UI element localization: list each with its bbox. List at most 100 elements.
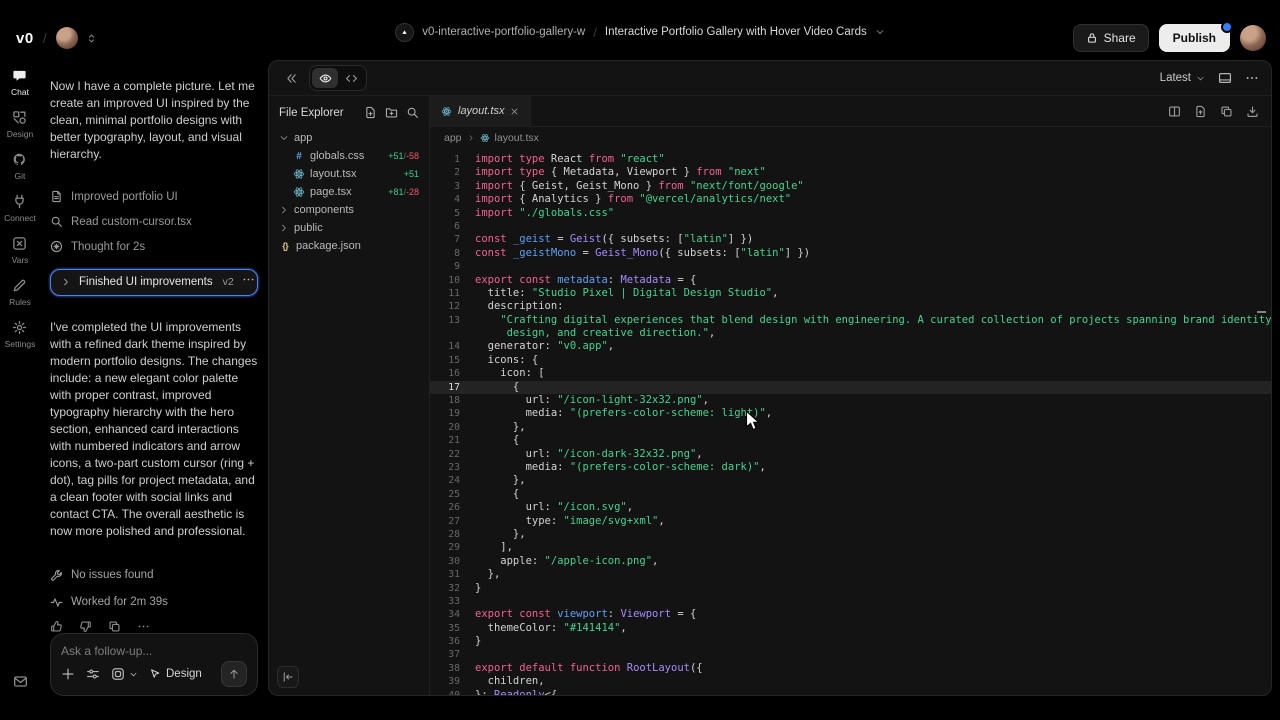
- status-row: Worked for 2m 39s: [50, 589, 258, 616]
- preview-toggle[interactable]: [312, 68, 338, 88]
- rail-item-settings[interactable]: Settings: [4, 320, 36, 349]
- ellipsis-icon[interactable]: [1245, 71, 1259, 85]
- topbar-right: Share Publish: [1073, 24, 1266, 52]
- file-diff-icon[interactable]: [1194, 105, 1207, 118]
- composer-tools: [61, 667, 138, 681]
- folder-plus-icon[interactable]: [385, 106, 398, 119]
- code-line: 4import { Analytics } from "@vercel/anal…: [430, 193, 1271, 206]
- file-page.tsx[interactable]: page.tsx+81/-28: [275, 183, 423, 201]
- chevron-down-icon[interactable]: [875, 27, 885, 37]
- file-package.json[interactable]: {} package.json: [275, 237, 423, 255]
- chat-task[interactable]: Read custom-cursor.tsx: [50, 209, 258, 234]
- rail-mail-button[interactable]: [13, 674, 28, 694]
- version-dropdown[interactable]: Latest: [1160, 72, 1205, 84]
- sliders-icon[interactable]: [86, 667, 100, 681]
- line-number: 3: [430, 180, 460, 193]
- project-badge[interactable]: [395, 23, 414, 42]
- diff-stats: +81/-28: [388, 187, 419, 197]
- divider: /: [43, 30, 47, 46]
- react-icon: [480, 133, 490, 143]
- thumbs-down-icon[interactable]: [79, 620, 92, 633]
- line-content: [460, 220, 475, 233]
- chevron-down-icon[interactable]: [129, 670, 138, 679]
- followup-input[interactable]: [61, 644, 247, 658]
- code-line: 22 url: "/icon-dark-32x32.png",: [430, 448, 1271, 461]
- line-content: const _geistMono = Geist_Mono({ subsets:…: [460, 247, 810, 260]
- line-number: 40: [430, 689, 460, 696]
- line-content: design, and creative direction.",: [460, 327, 715, 340]
- task-label: Improved portfolio UI: [71, 191, 178, 203]
- send-button[interactable]: [221, 661, 247, 687]
- file-layout.tsx[interactable]: layout.tsx+51: [275, 165, 423, 183]
- chevrons-left-icon: [285, 72, 298, 85]
- code-line: 5import "./globals.css": [430, 207, 1271, 220]
- scrollbar-marker[interactable]: [1257, 311, 1266, 313]
- split-view-icon[interactable]: [1168, 105, 1181, 118]
- design-label: Design: [166, 668, 202, 680]
- json-file-icon: {}: [279, 241, 291, 252]
- avatar[interactable]: [56, 27, 78, 49]
- file-components[interactable]: components: [275, 201, 423, 219]
- editor-tab-layout-tsx[interactable]: layout.tsx: [430, 96, 531, 126]
- avatar[interactable]: [1240, 25, 1266, 51]
- chevron-down-icon: [1196, 74, 1205, 83]
- rail-item-git[interactable]: Git: [4, 152, 36, 181]
- plus-icon[interactable]: [61, 667, 75, 681]
- rail-item-label: Vars: [12, 255, 29, 265]
- project-name[interactable]: v0-interactive-portfolio-gallery-w: [422, 26, 585, 38]
- browser-icon[interactable]: [1218, 71, 1232, 85]
- collapse-chat-button[interactable]: [281, 68, 301, 88]
- selector-updown-icon[interactable]: [86, 33, 97, 44]
- code-line: 11 title: "Studio Pixel | Digital Design…: [430, 287, 1271, 300]
- rail-item-design[interactable]: Design: [4, 110, 36, 139]
- breadcrumb-file[interactable]: layout.tsx: [495, 132, 539, 144]
- v0-logo[interactable]: v0: [16, 30, 34, 47]
- chat-task[interactable]: Improved portfolio UI: [50, 184, 258, 209]
- rail-item-rules[interactable]: Rules: [4, 278, 36, 307]
- chat-title[interactable]: Interactive Portfolio Gallery with Hover…: [605, 26, 867, 38]
- line-content: [460, 260, 475, 273]
- settings-icon: [12, 320, 27, 335]
- file-public[interactable]: public: [275, 219, 423, 237]
- diff-stats: +51/-58: [388, 151, 419, 161]
- file-plus-icon[interactable]: [364, 106, 377, 119]
- collapse-explorer-button[interactable]: [277, 666, 299, 688]
- ellipsis-icon[interactable]: [137, 620, 150, 633]
- code-toggle[interactable]: [338, 68, 364, 88]
- editor-actions: [1168, 105, 1271, 118]
- publish-button[interactable]: Publish: [1159, 24, 1230, 52]
- line-number: 35: [430, 622, 460, 635]
- chat-task[interactable]: Thought for 2s: [50, 234, 258, 259]
- rail-item-label: Connect: [4, 213, 36, 223]
- file-name: package.json: [296, 240, 361, 252]
- file-app[interactable]: app: [275, 129, 423, 147]
- image-icon[interactable]: [111, 667, 125, 681]
- rail-item-vars[interactable]: Vars: [4, 236, 36, 265]
- design-mode-button[interactable]: Design: [149, 668, 202, 680]
- search-icon[interactable]: [406, 106, 419, 119]
- composer: Design: [50, 633, 258, 696]
- line-content: import type { Metadata, Viewport } from …: [460, 166, 766, 179]
- rail-item-connect[interactable]: Connect: [4, 194, 36, 223]
- line-content: },: [460, 528, 526, 541]
- code-line: 20 },: [430, 421, 1271, 434]
- code-area[interactable]: 1import type React from "react"2import t…: [430, 149, 1271, 696]
- rail-item-chat[interactable]: Chat: [4, 68, 36, 97]
- share-button[interactable]: Share: [1073, 24, 1149, 52]
- chevron-down-icon: [279, 133, 289, 143]
- thumbs-up-icon[interactable]: [50, 620, 63, 633]
- close-icon[interactable]: [510, 107, 519, 116]
- code-line: 17 {: [430, 381, 1271, 394]
- line-number: 21: [430, 434, 460, 447]
- line-content: themeColor: "#141414",: [460, 622, 627, 635]
- breadcrumb-app[interactable]: app: [444, 132, 462, 144]
- version-card[interactable]: Finished UI improvements v2: [50, 269, 258, 296]
- download-icon[interactable]: [1246, 105, 1259, 118]
- line-number: 29: [430, 541, 460, 554]
- code-line: 34export const viewport: Viewport = {: [430, 608, 1271, 621]
- copy-icon[interactable]: [108, 620, 121, 633]
- copy-icon[interactable]: [1220, 105, 1233, 118]
- feedback-actions: [50, 620, 258, 633]
- file-globals.css[interactable]: #globals.css+51/-58: [275, 147, 423, 165]
- version-card-menu[interactable]: [242, 273, 255, 291]
